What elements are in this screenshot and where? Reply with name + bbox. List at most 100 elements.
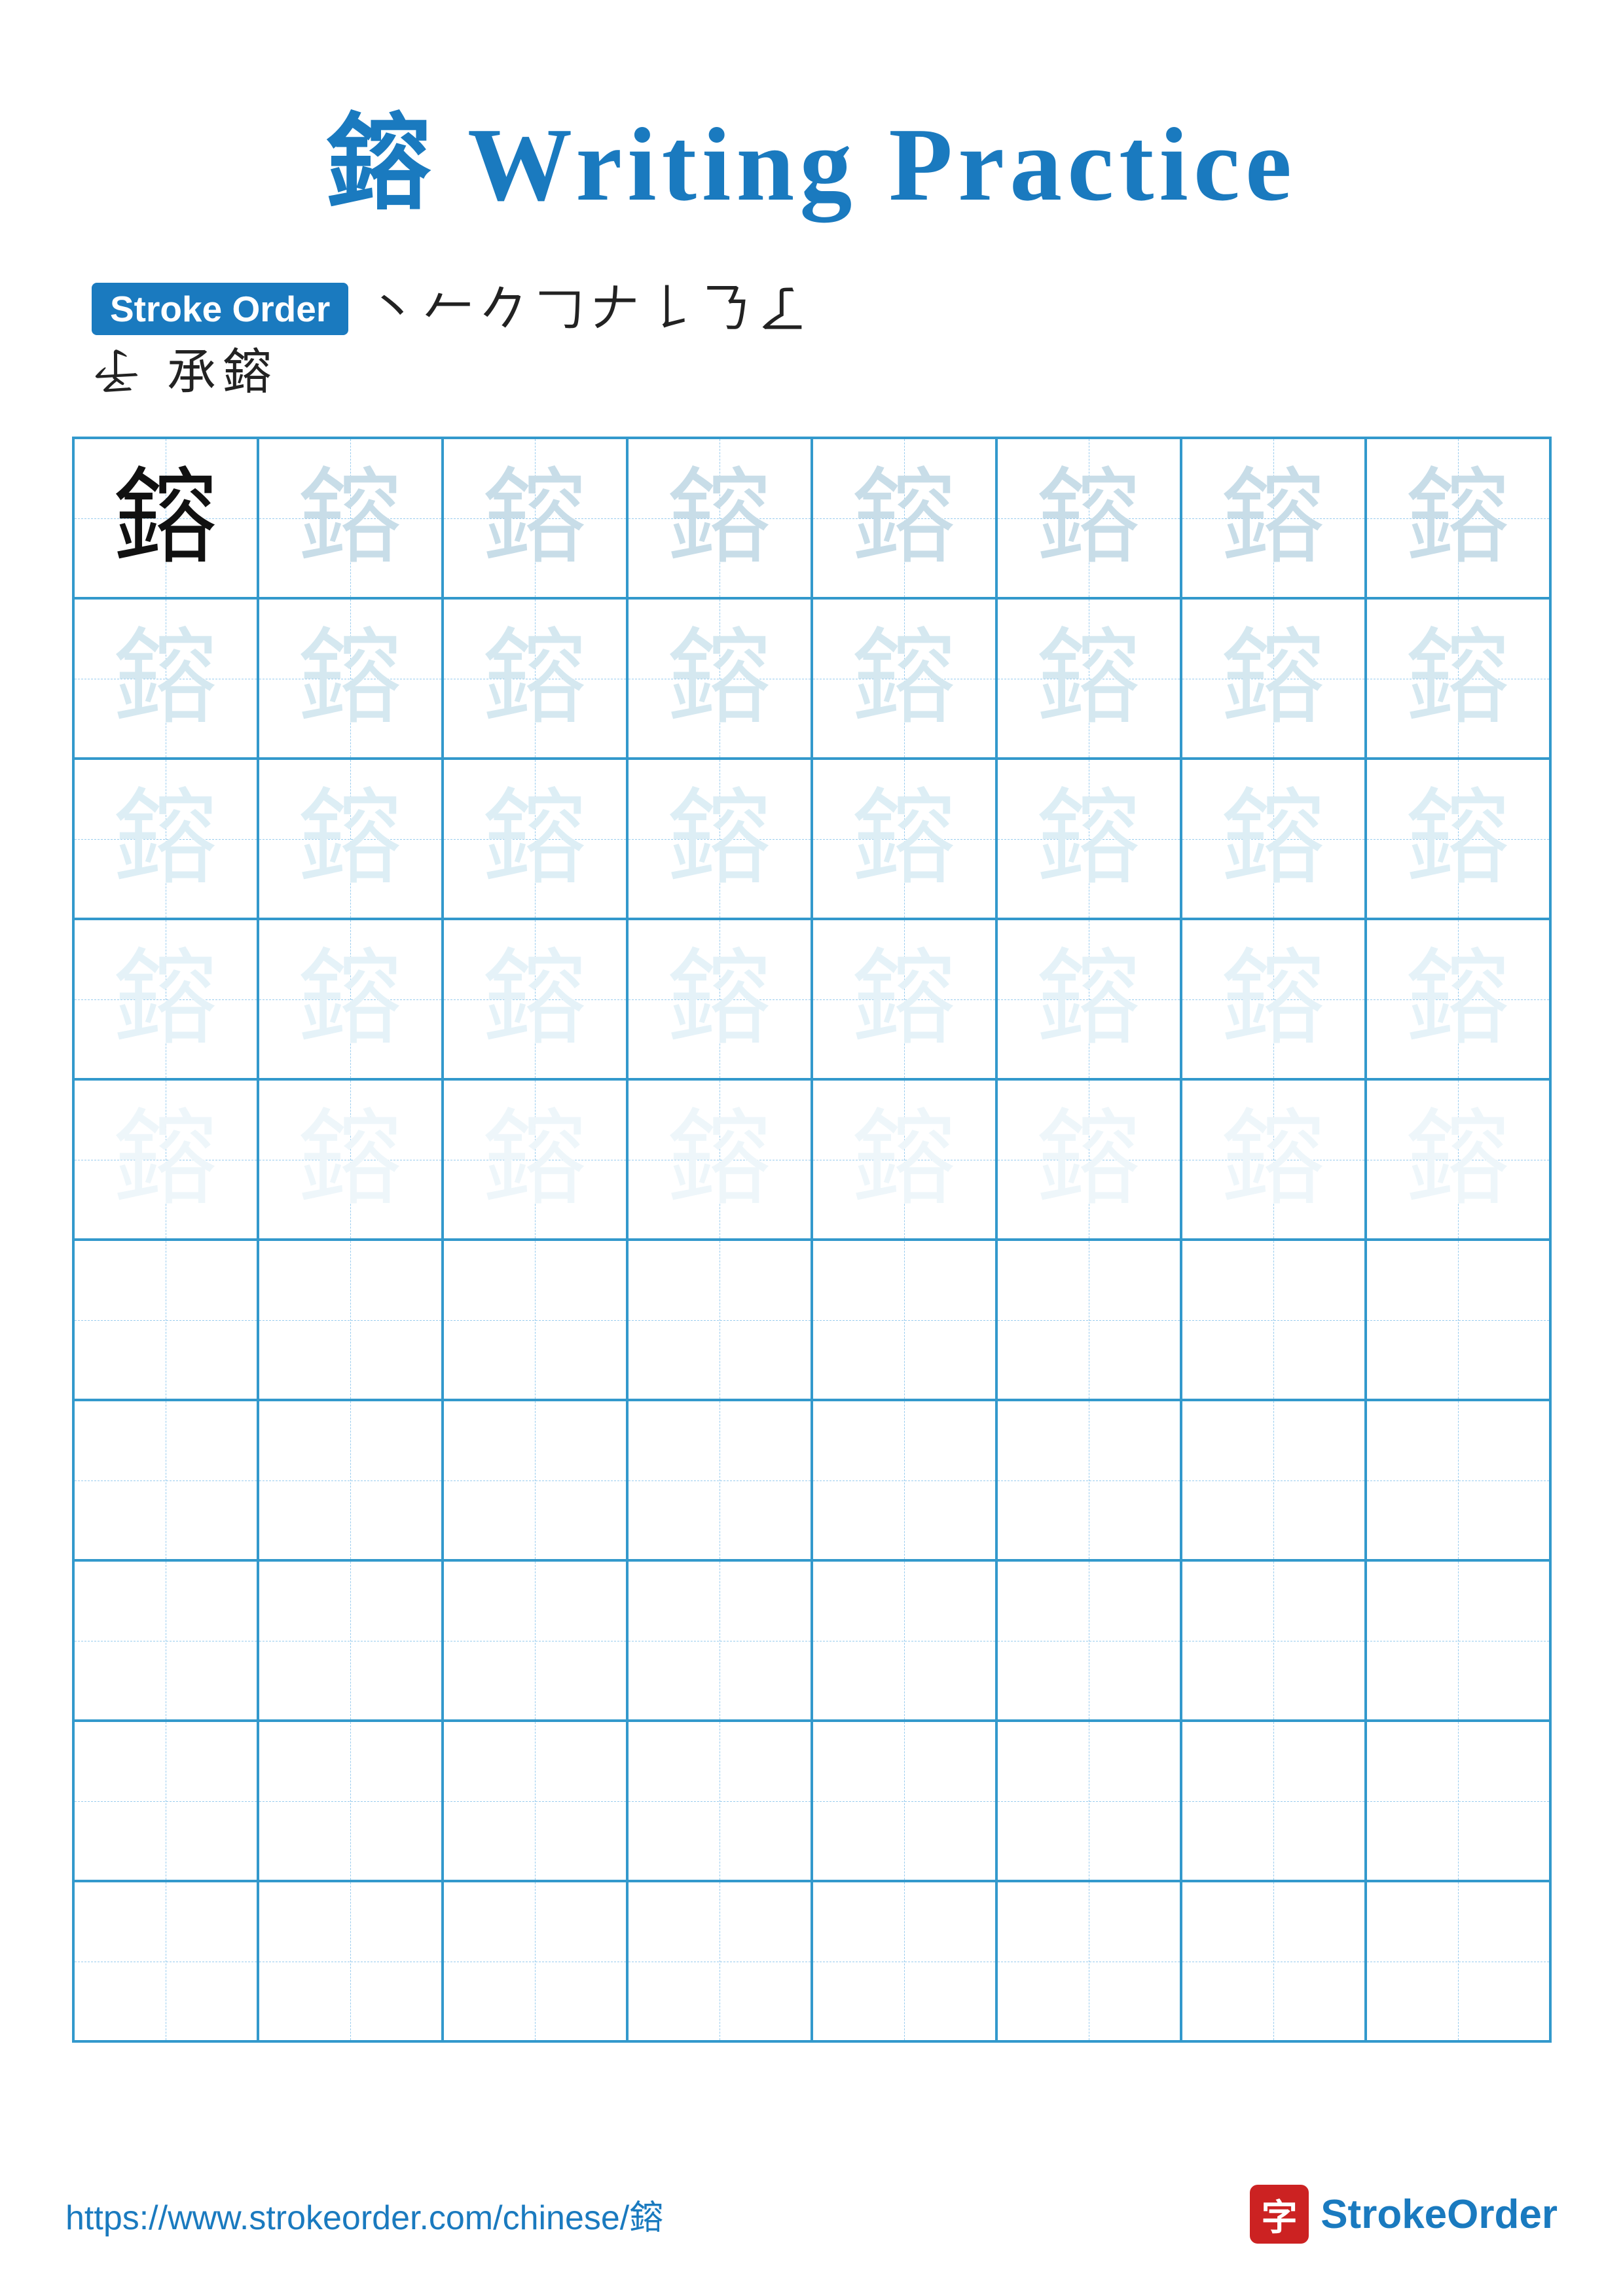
practice-char: 鎔 (1036, 787, 1140, 891)
grid-cell-r10c2[interactable] (258, 1881, 443, 2041)
grid-cell-r3c8[interactable]: 鎔 (1366, 759, 1550, 919)
stroke-order-section: Stroke Order 丶 𠂉 𠂊 𠃌 𠂇 𠄌 𠄎 𠄏 𠄐 𠄑 𠄒 𠄓 𠄔 𠄕… (65, 283, 1558, 397)
grid-cell-r5c1[interactable]: 鎔 (73, 1079, 258, 1240)
grid-cell-r9c5[interactable] (812, 1721, 996, 1881)
grid-cell-r8c4[interactable] (627, 1560, 812, 1721)
grid-cell-r1c8[interactable]: 鎔 (1366, 438, 1550, 598)
grid-cell-r2c4[interactable]: 鎔 (627, 598, 812, 759)
grid-cell-r9c2[interactable] (258, 1721, 443, 1881)
grid-cell-r2c6[interactable]: 鎔 (996, 598, 1181, 759)
grid-cell-r9c7[interactable] (1181, 1721, 1366, 1881)
grid-cell-r10c3[interactable] (443, 1881, 627, 2041)
grid-cell-r3c5[interactable]: 鎔 (812, 759, 996, 919)
grid-cell-r4c7[interactable]: 鎔 (1181, 919, 1366, 1079)
grid-cell-r6c5[interactable] (812, 1240, 996, 1400)
practice-char: 鎔 (1405, 1107, 1510, 1212)
grid-cell-r5c3[interactable]: 鎔 (443, 1079, 627, 1240)
practice-char: 鎔 (1405, 626, 1510, 731)
grid-cell-r3c6[interactable]: 鎔 (996, 759, 1181, 919)
grid-cell-r8c8[interactable] (1366, 1560, 1550, 1721)
grid-cell-r9c4[interactable] (627, 1721, 812, 1881)
grid-cell-r7c8[interactable] (1366, 1400, 1550, 1560)
grid-cell-r1c2[interactable]: 鎔 (258, 438, 443, 598)
title-char: 鎔 (326, 106, 436, 223)
grid-cell-r4c3[interactable]: 鎔 (443, 919, 627, 1079)
grid-cell-r1c3[interactable]: 鎔 (443, 438, 627, 598)
grid-cell-r7c6[interactable] (996, 1400, 1181, 1560)
grid-cell-r4c4[interactable]: 鎔 (627, 919, 812, 1079)
grid-cell-r6c7[interactable] (1181, 1240, 1366, 1400)
grid-cell-r7c5[interactable] (812, 1400, 996, 1560)
grid-cell-r6c1[interactable] (73, 1240, 258, 1400)
grid-cell-r2c7[interactable]: 鎔 (1181, 598, 1366, 759)
grid-cell-r1c5[interactable]: 鎔 (812, 438, 996, 598)
grid-cell-r4c6[interactable]: 鎔 (996, 919, 1181, 1079)
grid-cell-r8c3[interactable] (443, 1560, 627, 1721)
grid-cell-r8c1[interactable] (73, 1560, 258, 1721)
grid-cell-r9c3[interactable] (443, 1721, 627, 1881)
practice-char: 鎔 (666, 787, 771, 891)
grid-cell-r9c6[interactable] (996, 1721, 1181, 1881)
grid-cell-r10c1[interactable] (73, 1881, 258, 2041)
grid-cell-r8c7[interactable] (1181, 1560, 1366, 1721)
practice-char: 鎔 (297, 626, 402, 731)
practice-char: 鎔 (1036, 466, 1140, 571)
grid-cell-r5c4[interactable]: 鎔 (627, 1079, 812, 1240)
grid-cell-r10c4[interactable] (627, 1881, 812, 2041)
grid-cell-r3c7[interactable]: 鎔 (1181, 759, 1366, 919)
grid-cell-r3c4[interactable]: 鎔 (627, 759, 812, 919)
grid-cell-r7c4[interactable] (627, 1400, 812, 1560)
grid-cell-r5c7[interactable]: 鎔 (1181, 1079, 1366, 1240)
grid-cell-r5c2[interactable]: 鎔 (258, 1079, 443, 1240)
grid-cell-r4c2[interactable]: 鎔 (258, 919, 443, 1079)
grid-cell-r9c8[interactable] (1366, 1721, 1550, 1881)
grid-cell-r6c3[interactable] (443, 1240, 627, 1400)
grid-cell-r2c2[interactable]: 鎔 (258, 598, 443, 759)
grid-cell-r2c1[interactable]: 鎔 (73, 598, 258, 759)
footer-url[interactable]: https://www.strokeorder.com/chinese/鎔 (65, 2190, 663, 2239)
grid-cell-r5c5[interactable]: 鎔 (812, 1079, 996, 1240)
grid-cell-r4c8[interactable]: 鎔 (1366, 919, 1550, 1079)
grid-cell-r4c5[interactable]: 鎔 (812, 919, 996, 1079)
grid-cell-r10c7[interactable] (1181, 1881, 1366, 2041)
grid-cell-r7c3[interactable] (443, 1400, 627, 1560)
stroke-char-17: 𠄘 (167, 348, 216, 397)
practice-char: 鎔 (666, 947, 771, 1052)
stroke-char-13: 𠄔 (92, 348, 141, 397)
grid-cell-r6c4[interactable] (627, 1240, 812, 1400)
grid-cell-r9c1[interactable] (73, 1721, 258, 1881)
grid-cell-r10c5[interactable] (812, 1881, 996, 2041)
practice-char: 鎔 (1220, 787, 1325, 891)
grid-cell-r3c3[interactable]: 鎔 (443, 759, 627, 919)
grid-cell-r1c1[interactable]: 鎔 (73, 438, 258, 598)
grid-cell-r2c8[interactable]: 鎔 (1366, 598, 1550, 759)
grid-cell-r2c5[interactable]: 鎔 (812, 598, 996, 759)
grid-cell-r1c6[interactable]: 鎔 (996, 438, 1181, 598)
page: 鎔 Writing Practice Stroke Order 丶 𠂉 𠂊 𠃌 … (0, 0, 1623, 2296)
grid-cell-r7c1[interactable] (73, 1400, 258, 1560)
grid-cell-r5c8[interactable]: 鎔 (1366, 1079, 1550, 1240)
grid-cell-r10c6[interactable] (996, 1881, 1181, 2041)
grid-cell-r4c1[interactable]: 鎔 (73, 919, 258, 1079)
practice-char: 鎔 (113, 626, 217, 731)
practice-char: 鎔 (1036, 626, 1140, 731)
grid-cell-r8c2[interactable] (258, 1560, 443, 1721)
grid-cell-r6c8[interactable] (1366, 1240, 1550, 1400)
grid-cell-r1c4[interactable]: 鎔 (627, 438, 812, 598)
grid-cell-r1c7[interactable]: 鎔 (1181, 438, 1366, 598)
grid-cell-r2c3[interactable]: 鎔 (443, 598, 627, 759)
grid-cell-r6c2[interactable] (258, 1240, 443, 1400)
grid-cell-r5c6[interactable]: 鎔 (996, 1079, 1181, 1240)
grid-cell-r3c2[interactable]: 鎔 (258, 759, 443, 919)
grid-cell-r8c5[interactable] (812, 1560, 996, 1721)
grid-cell-r8c6[interactable] (996, 1560, 1181, 1721)
practice-char: 鎔 (1220, 947, 1325, 1052)
practice-char: 鎔 (297, 466, 402, 571)
practice-char: 鎔 (851, 466, 956, 571)
practice-char: 鎔 (113, 787, 217, 891)
grid-cell-r3c1[interactable]: 鎔 (73, 759, 258, 919)
grid-cell-r10c8[interactable] (1366, 1881, 1550, 2041)
grid-cell-r6c6[interactable] (996, 1240, 1181, 1400)
grid-cell-r7c7[interactable] (1181, 1400, 1366, 1560)
grid-cell-r7c2[interactable] (258, 1400, 443, 1560)
